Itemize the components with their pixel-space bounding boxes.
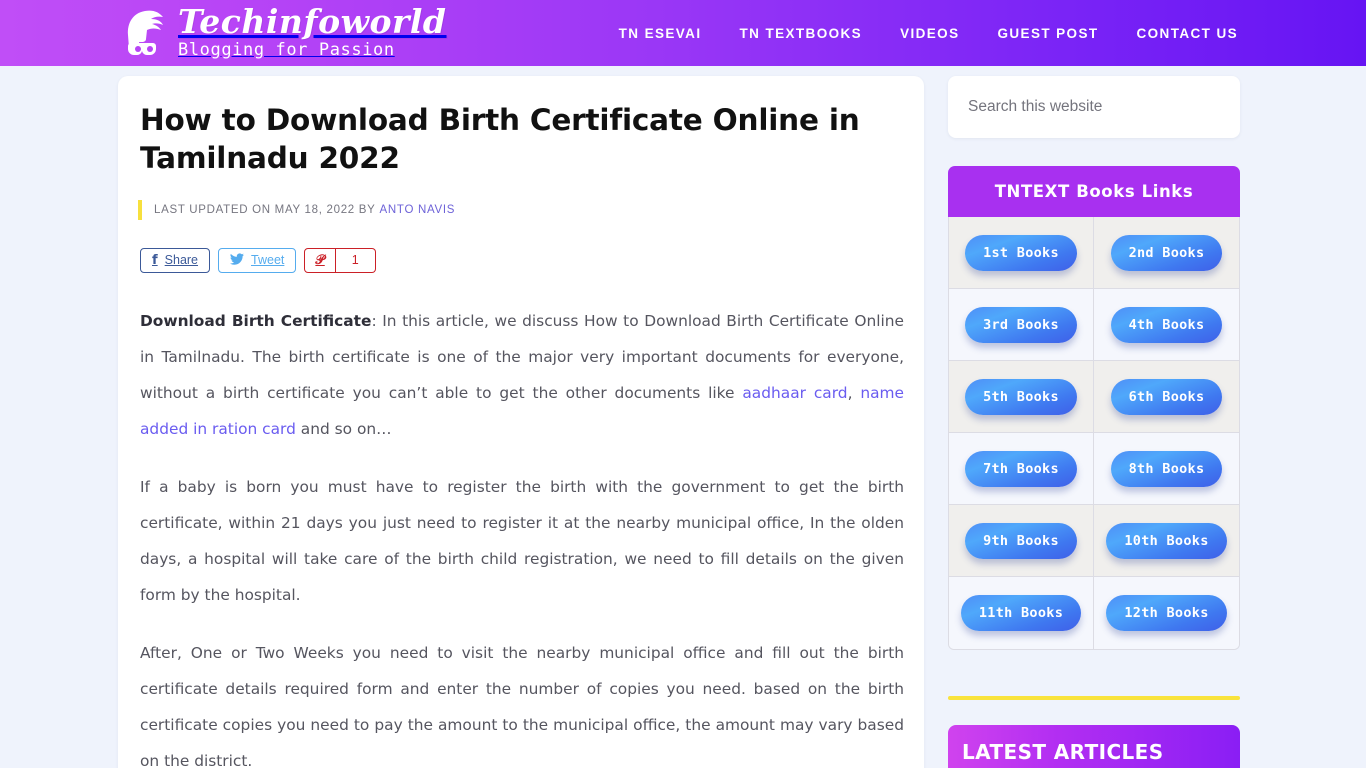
book-link-2nd[interactable]: 2nd Books: [1110, 234, 1223, 271]
tntext-books-title: TNTEXT Books Links: [948, 166, 1240, 217]
facebook-icon: f: [152, 252, 158, 268]
paragraph-1-text-c: and so on…: [295, 419, 392, 438]
book-cell: 8th Books: [1094, 433, 1239, 505]
book-cell: 12th Books: [1094, 577, 1239, 649]
book-cell: 10th Books: [1094, 505, 1239, 577]
tntext-books-widget: TNTEXT Books Links 1st Books 2nd Books 3…: [948, 166, 1240, 650]
book-link-6th[interactable]: 6th Books: [1110, 378, 1223, 415]
face-with-glasses-logo-icon: [116, 5, 174, 61]
yellow-divider: [948, 696, 1240, 700]
lead-bold-text: Download Birth Certificate: [140, 311, 372, 330]
books-grid: 1st Books 2nd Books 3rd Books 4th Books …: [948, 217, 1240, 650]
share-twitter-label: Tweet: [251, 253, 285, 267]
book-link-3rd[interactable]: 3rd Books: [965, 306, 1077, 343]
nav-item-contact-us[interactable]: CONTACT US: [1137, 26, 1239, 41]
paragraph-1-text-b: ,: [847, 383, 861, 402]
book-cell: 5th Books: [949, 361, 1094, 433]
book-link-5th[interactable]: 5th Books: [965, 378, 1077, 415]
book-link-7th[interactable]: 7th Books: [965, 450, 1077, 487]
article-meta: LAST UPDATED ON MAY 18, 2022 BY ANTO NAV…: [138, 199, 906, 220]
book-cell: 6th Books: [1094, 361, 1239, 433]
book-link-8th[interactable]: 8th Books: [1110, 450, 1223, 487]
link-aadhaar-card[interactable]: aadhaar card: [742, 384, 847, 402]
main-navigation: TN ESEVAI TN TEXTBOOKS VIDEOS GUEST POST…: [619, 26, 1238, 41]
paragraph-2: If a baby is born you must have to regis…: [140, 477, 904, 604]
book-cell: 1st Books: [949, 217, 1094, 289]
nav-item-tn-textbooks[interactable]: TN TEXTBOOKS: [740, 26, 863, 41]
share-pinterest-button[interactable]: 𝒫: [304, 247, 336, 273]
page-title: How to Download Birth Certificate Online…: [140, 103, 860, 175]
paragraph-3: After, One or Two Weeks you need to visi…: [140, 643, 904, 768]
book-link-9th[interactable]: 9th Books: [965, 522, 1077, 559]
search-input[interactable]: [948, 76, 1240, 138]
nav-item-tn-esevai[interactable]: TN ESEVAI: [619, 26, 702, 41]
nav-item-guest-post[interactable]: GUEST POST: [997, 26, 1098, 41]
book-link-11th[interactable]: 11th Books: [960, 595, 1082, 631]
pinterest-icon: 𝒫: [315, 252, 325, 268]
book-cell: 4th Books: [1094, 289, 1239, 361]
last-updated-text: LAST UPDATED ON MAY 18, 2022 BY: [154, 203, 376, 216]
book-cell: 11th Books: [949, 577, 1094, 649]
share-facebook-button[interactable]: f Share: [140, 247, 211, 273]
share-bar: f Share Tweet 𝒫 1: [138, 247, 906, 273]
nav-item-videos[interactable]: VIDEOS: [900, 26, 959, 41]
book-cell: 2nd Books: [1094, 217, 1239, 289]
article-card: How to Download Birth Certificate Online…: [118, 76, 924, 768]
sidebar: TNTEXT Books Links 1st Books 2nd Books 3…: [948, 76, 1240, 768]
site-header: Techinfoworld Blogging for Passion TN ES…: [0, 0, 1366, 66]
book-link-1st[interactable]: 1st Books: [965, 234, 1077, 271]
share-pinterest-group: 𝒫 1: [304, 247, 376, 273]
share-twitter-button[interactable]: Tweet: [218, 247, 297, 273]
book-cell: 9th Books: [949, 505, 1094, 577]
author-link[interactable]: ANTO NAVIS: [380, 204, 456, 216]
book-link-12th[interactable]: 12th Books: [1106, 595, 1227, 631]
book-link-10th[interactable]: 10th Books: [1106, 522, 1227, 559]
latest-articles-title: LATEST ARTICLES: [948, 725, 1240, 768]
article-body: Download Birth Certificate: In this arti…: [138, 303, 906, 768]
page-body: How to Download Birth Certificate Online…: [0, 66, 1366, 768]
paragraph-1: Download Birth Certificate: In this arti…: [140, 303, 904, 447]
site-title: Techinfoworld: [178, 2, 447, 41]
site-tagline: Blogging for Passion: [178, 40, 395, 60]
share-pinterest-count[interactable]: 1: [335, 247, 376, 273]
book-link-4th[interactable]: 4th Books: [1110, 306, 1223, 343]
twitter-icon: [230, 252, 245, 268]
site-logo-link[interactable]: Techinfoworld Blogging for Passion: [116, 5, 447, 61]
book-cell: 7th Books: [949, 433, 1094, 505]
share-facebook-label: Share: [164, 253, 199, 267]
book-cell: 3rd Books: [949, 289, 1094, 361]
